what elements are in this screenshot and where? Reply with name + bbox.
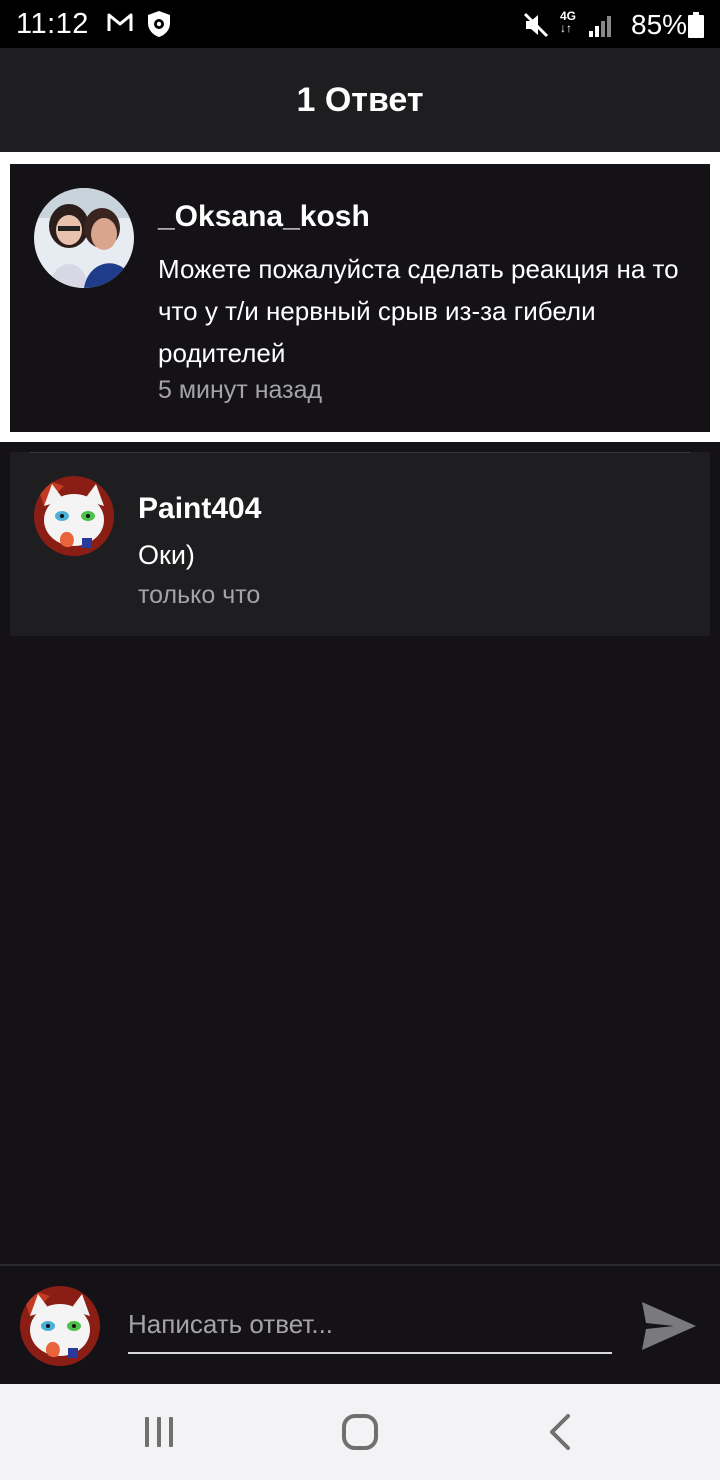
status-time: 11:12 bbox=[16, 8, 89, 40]
page-header: 1 Ответ bbox=[0, 48, 720, 152]
battery-icon bbox=[688, 12, 704, 38]
comment-author[interactable]: _Oksana_kosh bbox=[158, 200, 370, 234]
cat-avatar-image bbox=[20, 1286, 100, 1366]
data-arrows-icon: ↓↑ bbox=[560, 21, 572, 35]
avatar-photo bbox=[34, 188, 134, 288]
status-bar: 11:12 4G ↓↑ 85% bbox=[0, 0, 720, 48]
comment-timestamp: 5 минут назад bbox=[158, 376, 323, 404]
gmail-icon bbox=[107, 13, 133, 31]
reply-composer bbox=[0, 1264, 720, 1386]
original-comment-highlight: _Oksana_kosh Можете пожалуйста сделать р… bbox=[0, 152, 720, 442]
divider bbox=[30, 452, 690, 453]
avatar-paint404[interactable] bbox=[34, 476, 114, 556]
reply-timestamp: только что bbox=[138, 581, 261, 609]
signal-icon bbox=[589, 16, 611, 37]
home-icon[interactable] bbox=[336, 1408, 384, 1456]
comment-text: Можете пожалуйста сделать реакция на то … bbox=[158, 254, 679, 368]
reply-text: Оки) bbox=[138, 540, 195, 570]
avatar-oksana[interactable] bbox=[34, 188, 134, 288]
mute-icon bbox=[523, 12, 549, 38]
page-title: 1 Ответ bbox=[296, 80, 424, 119]
send-icon[interactable] bbox=[640, 1298, 698, 1354]
reply-item[interactable]: Paint404 Оки) только что bbox=[10, 452, 710, 636]
back-icon[interactable] bbox=[538, 1408, 586, 1456]
shield-app-icon bbox=[148, 11, 170, 37]
reply-input[interactable] bbox=[128, 1296, 612, 1354]
recents-icon[interactable] bbox=[135, 1408, 183, 1456]
reply-author[interactable]: Paint404 bbox=[138, 492, 261, 526]
current-user-avatar[interactable] bbox=[20, 1286, 100, 1366]
network-type: 4G ↓↑ bbox=[560, 9, 577, 35]
cat-avatar-image bbox=[34, 476, 114, 556]
battery-level: 85% bbox=[631, 9, 688, 40]
original-comment[interactable]: _Oksana_kosh Можете пожалуйста сделать р… bbox=[10, 164, 710, 432]
system-nav-bar bbox=[0, 1384, 720, 1480]
